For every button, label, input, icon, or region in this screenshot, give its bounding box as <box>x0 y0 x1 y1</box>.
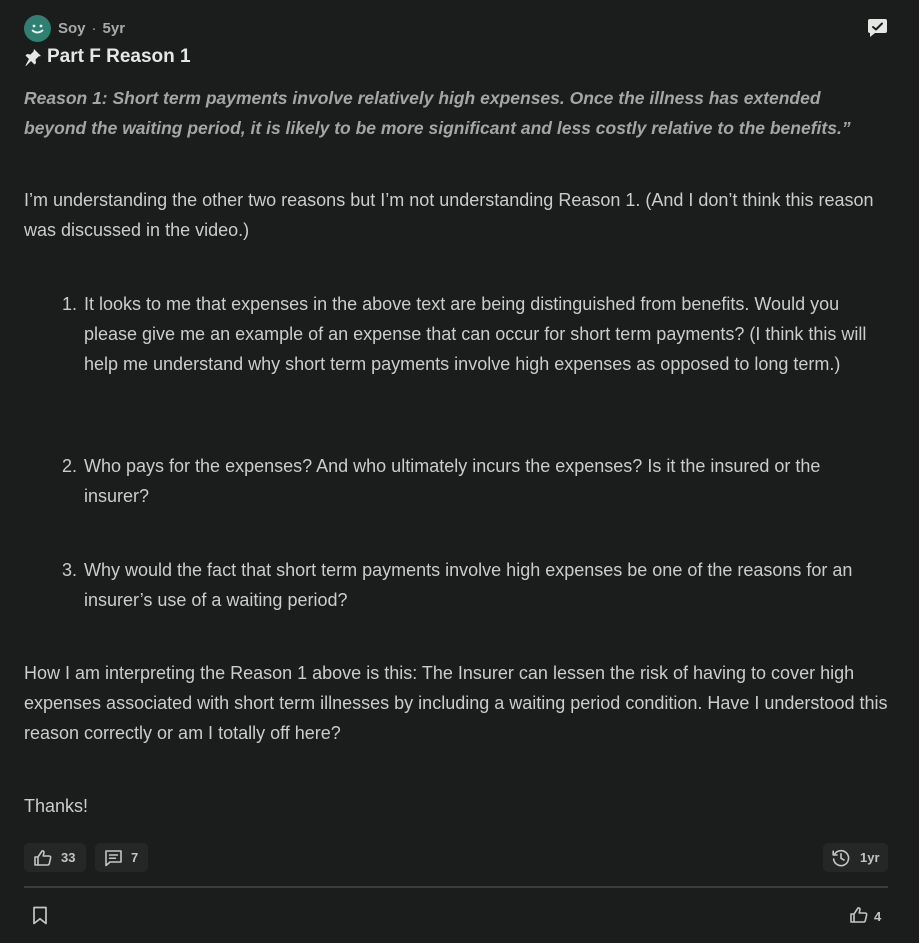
bottom-like-count: 4 <box>874 909 882 924</box>
question-text: Who pays for the expenses? And who ultim… <box>84 456 821 506</box>
chat-bubble-icon[interactable] <box>867 17 888 38</box>
like-count: 33 <box>61 850 76 865</box>
closing-text: Thanks! <box>24 796 89 816</box>
pushpin-icon <box>25 49 41 66</box>
header-separator: · <box>91 19 97 37</box>
question-item-1: 1. It looks to me that expenses in the a… <box>62 289 882 379</box>
post-header: Soy · 5yr <box>24 14 126 42</box>
question-item-3: 3. Why would the fact that short term pa… <box>62 555 882 615</box>
last-activity: 1yr <box>860 850 880 865</box>
thumbs-up-icon[interactable] <box>849 906 869 929</box>
bookmark-icon[interactable] <box>32 906 48 930</box>
post-title: Part F Reason 1 <box>24 46 191 68</box>
question-number: 1. <box>62 294 78 314</box>
question-number: 3. <box>62 560 78 580</box>
comments-button[interactable]: 7 <box>95 843 148 872</box>
divider <box>24 886 888 888</box>
author-name[interactable]: Soy <box>58 20 86 37</box>
history-button[interactable]: 1yr <box>823 843 888 872</box>
history-clock-icon <box>832 849 850 866</box>
question-number: 2. <box>62 456 78 476</box>
question-text: Why would the fact that short term payme… <box>84 560 853 610</box>
thumbs-up-icon <box>34 849 52 866</box>
intro-paragraph: I’m understanding the other two reasons … <box>24 190 874 240</box>
post-age: 5yr <box>102 19 126 37</box>
question-text: It looks to me that expenses in the abov… <box>84 294 867 374</box>
post-card: Soy · 5yr Part F Reason 1 Reason 1: Shor… <box>0 0 919 943</box>
comment-count: 7 <box>131 850 139 865</box>
comment-icon <box>105 849 122 866</box>
smiley-avatar-icon[interactable] <box>24 14 51 42</box>
interpretation-paragraph: How I am interpreting the Reason 1 above… <box>24 663 888 743</box>
question-item-2: 2. Who pays for the expenses? And who ul… <box>62 451 882 511</box>
like-button[interactable]: 33 <box>24 843 86 872</box>
post-title-text: Part F Reason 1 <box>47 46 191 67</box>
quoted-reason: Reason 1: Short term payments involve re… <box>24 88 851 138</box>
